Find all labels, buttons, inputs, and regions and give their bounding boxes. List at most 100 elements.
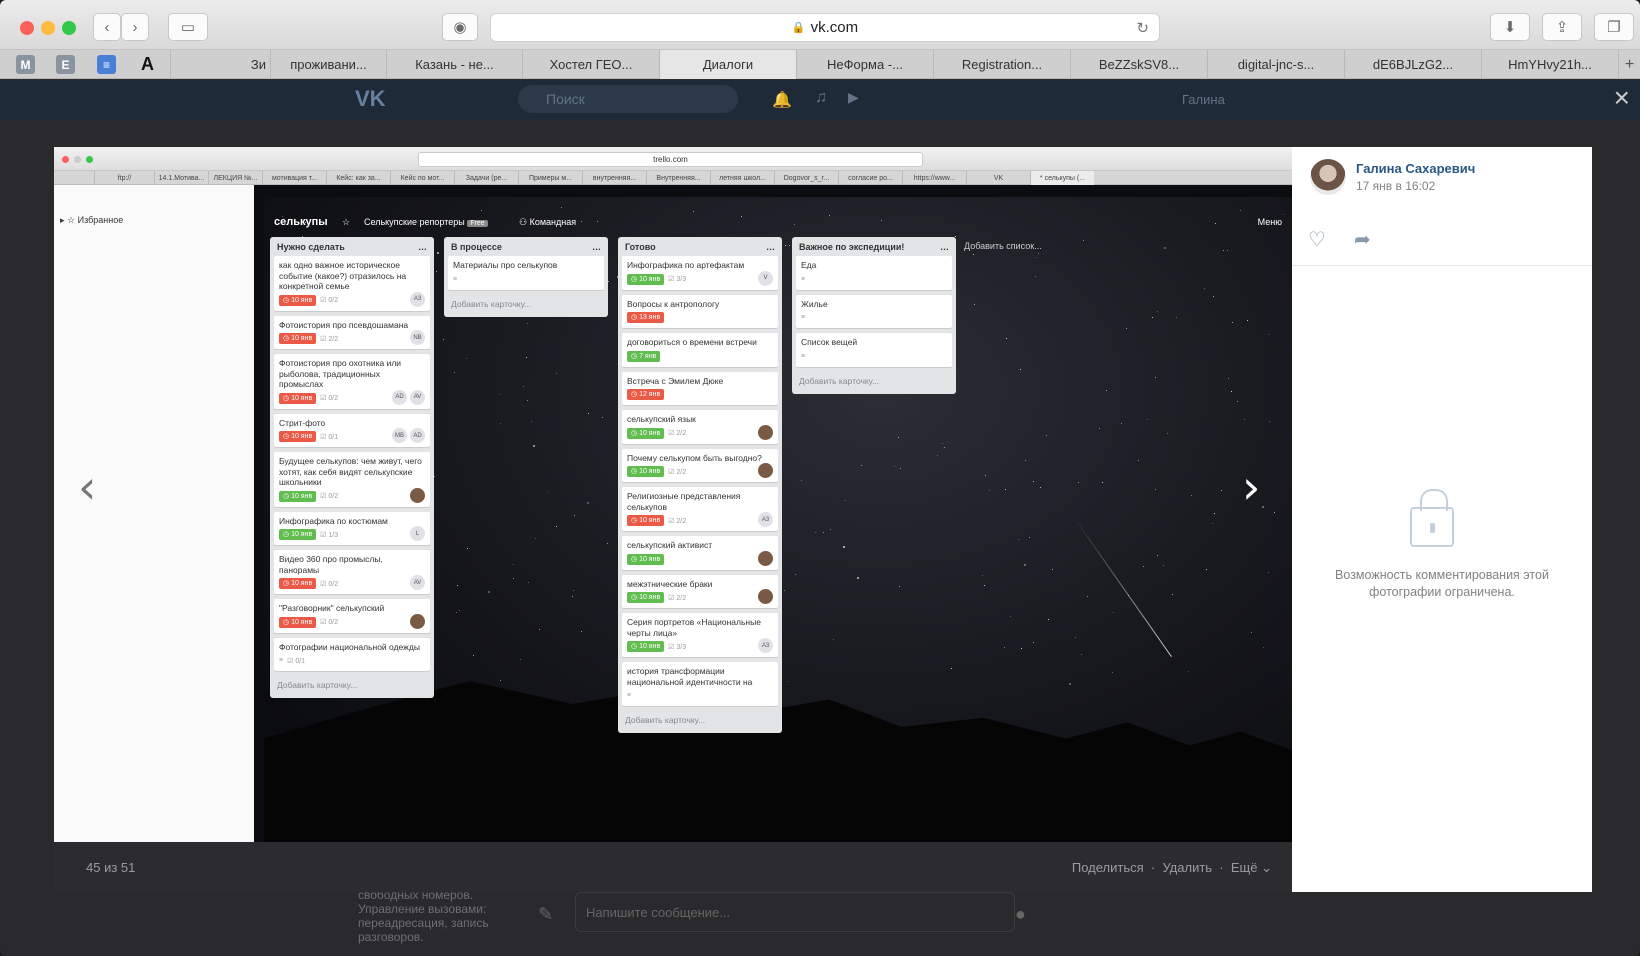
close-viewer-button[interactable]: × [1614,82,1630,114]
back-button[interactable]: ‹ [93,13,121,41]
new-tab-button[interactable]: + [1618,50,1640,79]
vk-logo-icon[interactable]: VK [355,86,386,112]
paperclip-icon[interactable]: ✎ [538,904,553,925]
checklist-badge: ☑ 2/2 [320,335,338,343]
due-date: 10 янв [291,531,313,538]
card-badges: ≡ ☑ 0/1 [279,655,425,666]
card-badges: ◷ 10 янв [627,553,773,565]
prev-photo-button[interactable]: ‹ [78,460,96,514]
card-title: селькупский язык [627,414,696,424]
due-date: 10 янв [639,275,661,283]
clock-icon: ◷ [283,492,292,500]
microphone-icon[interactable]: ● [1015,904,1026,925]
inner-tab: ftp:// [94,171,154,185]
card-title: Фотоистория про охотника или рыболова, т… [279,358,402,389]
clock-icon: ◷ [283,296,292,304]
checklist-count: 0/2 [328,580,339,588]
tabs-overview-button[interactable]: ❐ [1594,13,1634,41]
list-menu-icon: … [592,242,601,252]
tab-item[interactable]: dE6BJLzG2... [1344,50,1481,79]
play-icon[interactable]: ▶ [848,89,859,106]
due-badge: ◷ 7 янв [627,350,661,362]
tab-item[interactable]: НеФорма -... [796,50,933,79]
tab-active[interactable]: Диалоги [659,50,796,79]
tab-item[interactable]: Зи [170,50,270,79]
due-badge: ◷ 10 янв [279,616,317,628]
trello-card: Видео 360 про промыслы, панорамы ◷ 10 янв… [274,550,430,594]
checklist-badge: ☑ 2/2 [668,517,686,525]
card-badges: ◷ 7 янв [627,350,773,362]
share-link[interactable]: Поделиться [1072,860,1144,875]
extension-button[interactable]: ◉ [442,13,478,41]
tab-item[interactable]: Registration... [933,50,1070,79]
tab-item[interactable]: BeZZskSV8... [1070,50,1207,79]
vk-user-name[interactable]: Галина [1182,92,1225,107]
member-avatar: L [410,526,425,541]
checklist-badge: ☑ 0/2 [320,618,338,626]
sidebar-toggle-button[interactable]: ▭ [168,13,208,41]
vk-search-input[interactable]: Поиск [518,85,738,113]
list-header: В процессе … [448,240,604,256]
tab-item[interactable]: проживани... [270,50,386,79]
bookmark-icon[interactable]: M [16,55,35,74]
avatar[interactable] [1310,159,1346,195]
tab-item[interactable]: HmYHvy21h... [1481,50,1618,79]
more-link[interactable]: Ещё [1231,860,1258,875]
card-badges: ◷ 10 янв ☑ 0/2 [279,616,425,628]
card-title: Фотоистория про псевдошамана [279,319,409,330]
browser-toolbar: ‹ › ▭ ◉ 🔒 vk.com ↻ ⬇ ⇪ ❐ [0,0,1640,50]
card-title: Видео 360 про промыслы, панорамы [279,554,383,575]
music-icon[interactable]: ♫ [815,89,827,107]
checklist-badge: ☑ 0/2 [320,580,338,588]
due-badge: ◷ 12 янв [627,389,665,400]
next-photo-button[interactable]: › [1242,460,1260,514]
list-title: В процессе [451,242,502,252]
board-menu: Меню [1257,217,1282,227]
zoom-window-button[interactable] [62,21,76,35]
tab-item[interactable]: digital-jnc-s... [1207,50,1344,79]
due-date: 10 янв [291,394,313,402]
bookmark-icon[interactable]: ≡ [97,55,116,74]
bookmark-icon[interactable]: E [56,55,75,74]
tab-item[interactable]: Казань - не... [386,50,522,79]
browser-window: ‹ › ▭ ◉ 🔒 vk.com ↻ ⬇ ⇪ ❐ M E ≡ A Зи прож… [0,0,1640,956]
card-title: Жилье [801,298,828,309]
list-menu-icon: … [418,242,427,252]
add-card-label: Добавить карточку... [451,298,532,309]
forward-button[interactable]: › [121,13,149,41]
due-date: 10 янв [639,517,661,524]
minimize-window-button[interactable] [41,21,55,35]
bell-icon[interactable]: 🔔 [772,90,792,110]
post-date[interactable]: 17 янв в 16:02 [1356,179,1435,193]
photo-counter: 45 из 51 [86,860,136,875]
trello-card: Фотоистория про охотника или рыболова, т… [274,354,430,409]
inner-url-text: trello.com [653,155,688,164]
message-input[interactable]: Напишите сообщение... [575,892,1015,932]
card-title: Встреча с Эмилем Дюке [627,375,724,386]
close-window-button[interactable] [20,21,34,35]
due-badge: ◷ 10 янв [279,431,317,442]
clock-icon: ◷ [631,555,640,563]
checklist-count: 2/2 [676,430,687,437]
delete-link[interactable]: Удалить [1162,860,1212,875]
tab-item[interactable]: Хостел ГЕО... [522,50,659,79]
comments-restricted-note: Возможность комментирования этой фотогра… [1335,568,1549,599]
card-title: "Разговорник" селькупский [279,603,385,613]
lock-icon: 🔒 [791,22,806,34]
member-avatar [410,487,425,503]
plus-icon: + [1624,55,1635,73]
card-badges: ◷ 10 янв ☑ 0/2 [279,490,425,502]
like-icon[interactable]: ♡ [1308,227,1334,251]
bookmark-icon[interactable]: A [138,54,157,74]
downloads-button[interactable]: ⬇ [1490,13,1530,41]
lock-icon [1410,489,1454,547]
member-avatar: A3 [410,291,425,307]
inner-tab: Кейс: как за... [326,171,390,185]
reload-icon[interactable]: ↻ [1136,19,1149,37]
card-title: Религиозные представления селькупов [627,491,741,512]
author-name[interactable]: Галина Сахаревич [1356,161,1475,176]
address-bar[interactable]: 🔒 vk.com ↻ [490,13,1160,42]
share-icon[interactable]: ➦ [1354,227,1380,251]
due-badge: ◷ 10 янв [279,392,317,404]
share-button[interactable]: ⇪ [1542,13,1582,41]
